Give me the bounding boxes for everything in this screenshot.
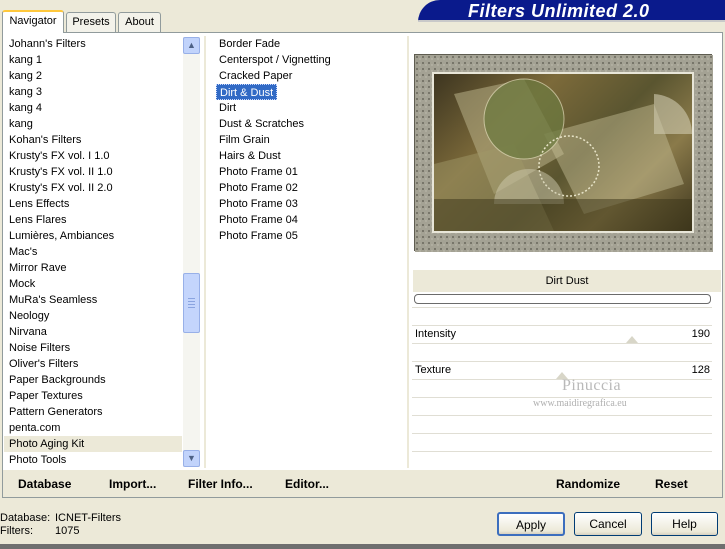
category-list[interactable]: Johann's Filters kang 1 kang 2 kang 3 kang 4…	[4, 36, 182, 468]
preview-scene	[434, 78, 692, 231]
filter-item[interactable]: Film Grain	[214, 132, 404, 148]
category-item[interactable]: Krusty's FX vol. I 1.0	[4, 148, 182, 164]
category-item[interactable]: Krusty's FX vol. II 2.0	[4, 180, 182, 196]
apply-button[interactable]: Apply	[497, 512, 565, 536]
filter-item[interactable]: Border Fade	[214, 36, 404, 52]
watermark-url: www.maidiregrafica.eu	[533, 398, 627, 409]
thumb-grip	[188, 298, 195, 299]
category-item[interactable]: Mock	[4, 276, 182, 292]
preview-photo	[432, 72, 694, 233]
texture-value: 128	[691, 364, 710, 376]
database-button[interactable]: Database	[18, 477, 71, 491]
reset-button[interactable]: Reset	[655, 477, 688, 491]
editor-button[interactable]: Editor...	[285, 477, 329, 491]
category-item[interactable]: Kohan's Filters	[4, 132, 182, 148]
row-separator	[412, 343, 712, 344]
row-separator	[412, 451, 712, 452]
category-item[interactable]: Pattern Generators	[4, 404, 182, 420]
category-item[interactable]: Mac's	[4, 244, 182, 260]
tab-about[interactable]: About	[118, 12, 161, 32]
filter-item[interactable]: Dirt	[214, 100, 404, 116]
category-item[interactable]: Oliver's Filters	[4, 356, 182, 372]
column-divider	[204, 36, 206, 468]
filter-item[interactable]: Photo Frame 03	[214, 196, 404, 212]
category-item[interactable]: Lens Flares	[4, 212, 182, 228]
filter-list[interactable]: Border Fade Centerspot / Vignetting Cracke…	[214, 36, 404, 468]
category-item[interactable]: Lumières, Ambiances	[4, 228, 182, 244]
app-title: Filters Unlimited 2.0	[468, 1, 650, 21]
category-item[interactable]: Mirror Rave	[4, 260, 182, 276]
category-item[interactable]: penta.com	[4, 420, 182, 436]
filter-item[interactable]: Photo Frame 02	[214, 180, 404, 196]
filter-item[interactable]: Dirt & Dust	[214, 84, 404, 100]
row-separator	[412, 307, 712, 308]
scroll-down-icon[interactable]: ▼	[183, 450, 200, 467]
category-item[interactable]: Neology	[4, 308, 182, 324]
intensity-slider-marker[interactable]	[626, 336, 638, 343]
category-item[interactable]: kang	[4, 116, 182, 132]
row-separator	[412, 415, 712, 416]
filter-item[interactable]: Dust & Scratches	[214, 116, 404, 132]
row-separator	[412, 433, 712, 434]
filter-item[interactable]: Photo Frame 05	[214, 228, 404, 244]
selected-filter-item[interactable]: Dirt & Dust	[216, 84, 278, 100]
filter-item[interactable]: Cracked Paper	[214, 68, 404, 84]
intensity-slider[interactable]: Intensity 190	[413, 325, 713, 343]
status-info: Database: ICNET-Filters Filters: 1075	[0, 512, 121, 538]
database-status-label: Database:	[0, 512, 51, 524]
category-item[interactable]: Krusty's FX vol. II 1.0	[4, 164, 182, 180]
category-item[interactable]: Nirvana	[4, 324, 182, 340]
watermark-name: Pinuccia	[562, 377, 622, 394]
category-item[interactable]: Paper Textures	[4, 388, 182, 404]
category-item[interactable]: Photo Tools	[4, 452, 182, 468]
filters-count-value: 1075	[55, 525, 80, 537]
filter-info-button[interactable]: Filter Info...	[188, 477, 253, 491]
category-item[interactable]: Noise Filters	[4, 340, 182, 356]
tab-presets[interactable]: Presets	[66, 12, 116, 32]
filters-count-label: Filters:	[0, 525, 33, 537]
column-divider	[407, 36, 409, 468]
filter-item[interactable]: Centerspot / Vignetting	[214, 52, 404, 68]
progress-bar	[414, 294, 711, 304]
thumb-grip	[188, 307, 195, 308]
filter-item[interactable]: Photo Frame 04	[214, 212, 404, 228]
category-item[interactable]: kang 4	[4, 100, 182, 116]
thumb-grip	[188, 301, 195, 302]
category-item[interactable]: Photo Aging Kit	[4, 436, 182, 452]
scrollbar-thumb[interactable]	[183, 273, 200, 333]
category-item[interactable]: kang 2	[4, 68, 182, 84]
database-status-value: ICNET-Filters	[55, 512, 121, 524]
category-scrollbar[interactable]: ▲ ▼	[183, 37, 200, 467]
thumb-grip	[188, 304, 195, 305]
category-item[interactable]: Paper Backgrounds	[4, 372, 182, 388]
category-item[interactable]: Johann's Filters	[4, 36, 182, 52]
category-item[interactable]: kang 3	[4, 84, 182, 100]
window-bottom-edge	[0, 544, 725, 549]
filter-item[interactable]: Hairs & Dust	[214, 148, 404, 164]
filter-title: Dirt Dust	[413, 270, 721, 292]
intensity-label: Intensity	[415, 328, 456, 340]
scroll-up-icon[interactable]: ▲	[183, 37, 200, 54]
import-button[interactable]: Import...	[109, 477, 156, 491]
texture-label: Texture	[415, 364, 452, 376]
randomize-button[interactable]: Randomize	[556, 477, 620, 491]
category-item[interactable]: Lens Effects	[4, 196, 182, 212]
filter-item[interactable]: Photo Frame 01	[214, 164, 404, 180]
cancel-button[interactable]: Cancel	[574, 512, 642, 536]
help-button[interactable]: Help	[651, 512, 718, 536]
category-item[interactable]: MuRa's Seamless	[4, 292, 182, 308]
category-item[interactable]: kang 1	[4, 52, 182, 68]
intensity-value: 190	[691, 328, 710, 340]
tab-navigator[interactable]: Navigator	[2, 10, 64, 33]
